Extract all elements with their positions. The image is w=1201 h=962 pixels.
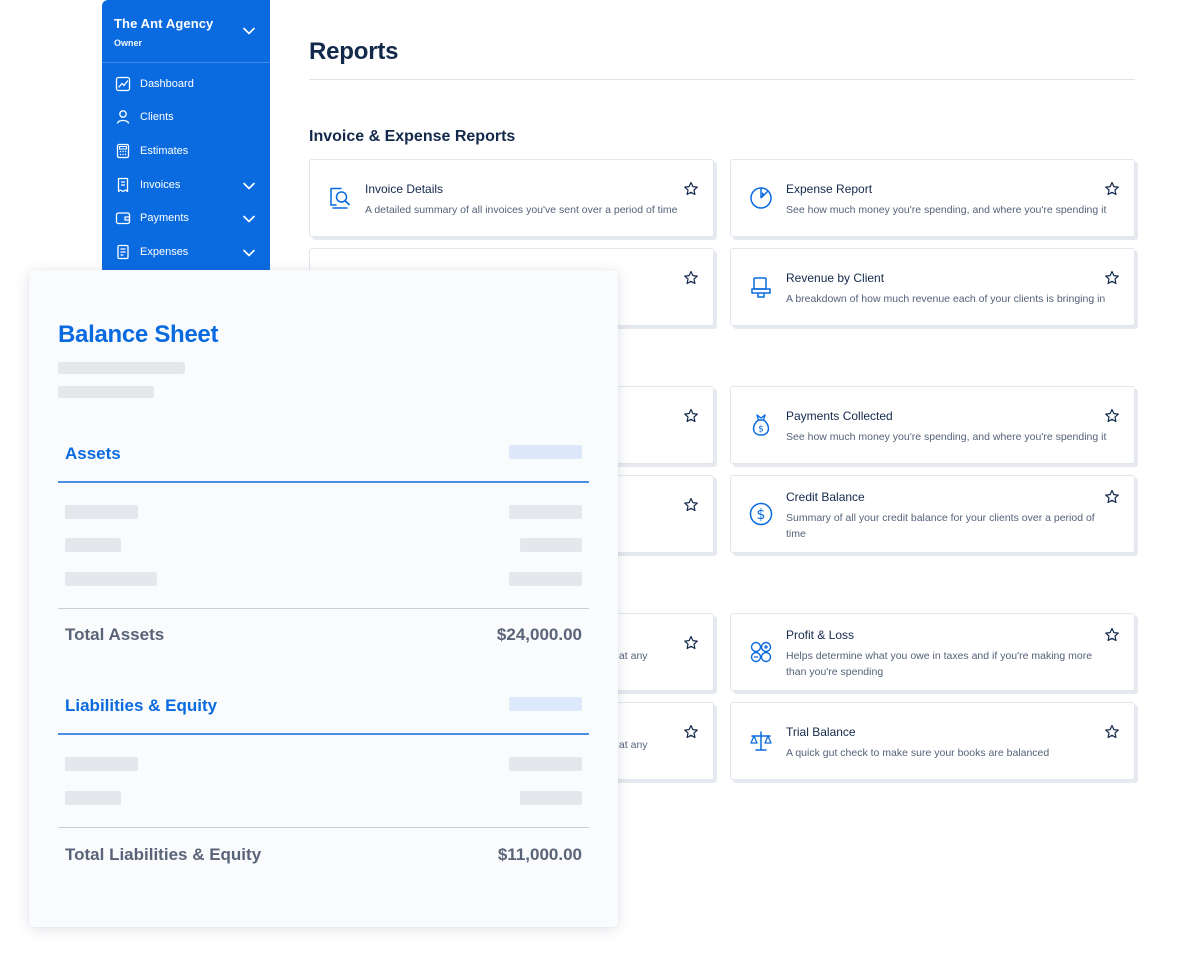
star-icon[interactable] xyxy=(683,181,699,197)
sidebar-item-label: Clients xyxy=(140,111,174,124)
pie-chart-icon xyxy=(747,184,775,212)
placeholder-value xyxy=(509,445,582,459)
card-title: Revenue by Client xyxy=(786,271,885,285)
report-card-profit-loss[interactable]: Profit & Loss Helps determine what you o… xyxy=(730,613,1135,691)
card-title: Profit & Loss xyxy=(786,628,855,642)
star-icon[interactable] xyxy=(1104,724,1120,740)
magnifier-document-icon xyxy=(326,184,354,212)
page-title: Reports xyxy=(309,38,399,65)
money-bag-icon: $ xyxy=(747,411,775,439)
card-description: Summary of all your credit balance for y… xyxy=(786,512,1095,540)
card-title: Credit Balance xyxy=(786,490,865,504)
sidebar: The Ant Agency Owner Dashboard Clients E… xyxy=(102,0,270,270)
card-description: A breakdown of how much revenue each of … xyxy=(786,293,1106,305)
total-liabilities-label: Total Liabilities & Equity xyxy=(65,845,262,864)
divider xyxy=(58,481,589,483)
invoice-icon xyxy=(114,176,132,194)
report-card-invoice-details[interactable]: Invoice Details A detailed summary of al… xyxy=(309,159,714,237)
sidebar-item-estimates[interactable]: Estimates xyxy=(102,134,270,168)
sidebar-item-payments[interactable]: Payments xyxy=(102,201,270,235)
star-icon[interactable] xyxy=(683,635,699,651)
report-card-trial-balance[interactable]: Trial Balance A quick gut check to make … xyxy=(730,702,1135,780)
sidebar-item-label: Estimates xyxy=(140,144,189,157)
placeholder-line xyxy=(58,386,154,398)
chevron-down-icon[interactable] xyxy=(242,24,256,38)
wallet-icon xyxy=(114,209,132,227)
chevron-down-icon[interactable] xyxy=(242,179,256,193)
chevron-down-icon[interactable] xyxy=(242,246,256,260)
divider xyxy=(58,608,589,609)
scale-icon xyxy=(747,727,775,755)
calculator-icon xyxy=(114,142,132,160)
card-title: Expense Report xyxy=(786,182,873,196)
star-icon[interactable] xyxy=(1104,489,1120,505)
chart-line-icon xyxy=(114,75,132,93)
report-card-credit-balance[interactable]: $ Credit Balance Summary of all your cre… xyxy=(730,475,1135,553)
star-icon[interactable] xyxy=(683,270,699,286)
profit-loss-icon xyxy=(747,638,775,666)
placeholder-line xyxy=(65,791,121,805)
sidebar-item-expenses[interactable]: Expenses xyxy=(102,235,270,269)
total-assets-label: Total Assets xyxy=(65,625,165,644)
svg-text:$: $ xyxy=(757,507,766,523)
placeholder-value xyxy=(509,757,582,771)
total-liabilities-value: $11,000.00 xyxy=(497,845,582,864)
sidebar-item-clients[interactable]: Clients xyxy=(102,101,270,135)
sidebar-item-label: Expenses xyxy=(140,245,189,258)
placeholder-line xyxy=(65,572,157,586)
org-switcher[interactable]: The Ant Agency Owner xyxy=(102,0,270,63)
org-role: Owner xyxy=(114,38,143,48)
placeholder-value xyxy=(520,791,582,805)
placeholder-value xyxy=(509,572,582,586)
divider xyxy=(58,827,589,828)
sidebar-nav: Dashboard Clients Estimates Invoices Pay… xyxy=(102,67,270,269)
sidebar-item-label: Payments xyxy=(140,212,189,225)
report-card-payments-collected[interactable]: $ Payments Collected See how much money … xyxy=(730,386,1135,464)
placeholder-value xyxy=(509,697,582,711)
balance-sheet-title: Balance Sheet xyxy=(58,321,219,348)
card-title: Trial Balance xyxy=(786,725,856,739)
placeholder-line xyxy=(65,538,121,552)
placeholder-line xyxy=(65,505,138,519)
svg-text:$: $ xyxy=(758,425,764,435)
star-icon[interactable] xyxy=(1104,270,1120,286)
section-title-invoice-expense: Invoice & Expense Reports xyxy=(309,128,516,145)
sidebar-item-invoices[interactable]: Invoices xyxy=(102,168,270,202)
assets-heading: Assets xyxy=(65,444,121,463)
report-card-expense-report[interactable]: Expense Report See how much money you're… xyxy=(730,159,1135,237)
total-assets-value: $24,000.00 xyxy=(496,625,582,644)
sidebar-item-label: Invoices xyxy=(140,178,181,191)
sidebar-item-label: Dashboard xyxy=(140,77,194,90)
chevron-down-icon[interactable] xyxy=(242,212,256,226)
placeholder-value xyxy=(520,538,582,552)
divider xyxy=(58,733,589,735)
card-description: Helps determine what you owe in taxes an… xyxy=(786,650,1093,678)
divider xyxy=(309,79,1135,80)
star-icon[interactable] xyxy=(1104,627,1120,643)
star-icon[interactable] xyxy=(1104,181,1120,197)
user-icon xyxy=(114,108,132,126)
receipt-icon xyxy=(114,243,132,261)
report-card-revenue-by-client[interactable]: Revenue by Client A breakdown of how muc… xyxy=(730,248,1135,326)
placeholder-value xyxy=(509,505,582,519)
card-description: A detailed summary of all invoices you'v… xyxy=(365,204,678,216)
card-description: See how much money you're spending, and … xyxy=(786,431,1107,443)
sidebar-item-dashboard[interactable]: Dashboard xyxy=(102,67,270,101)
card-title: Invoice Details xyxy=(365,182,444,196)
placeholder-line xyxy=(58,362,185,374)
card-title: Payments Collected xyxy=(786,409,893,423)
card-description: See how much money you're spending, and … xyxy=(786,204,1107,216)
star-icon[interactable] xyxy=(683,724,699,740)
register-icon xyxy=(747,273,775,301)
star-icon[interactable] xyxy=(1104,408,1120,424)
star-icon[interactable] xyxy=(683,497,699,513)
liabilities-heading: Liabilities & Equity xyxy=(65,696,218,715)
balance-sheet-panel: Balance Sheet Assets Total Assets $24,00… xyxy=(29,270,618,927)
dollar-circle-icon: $ xyxy=(747,500,775,528)
placeholder-line xyxy=(65,757,138,771)
star-icon[interactable] xyxy=(683,408,699,424)
card-description: A quick gut check to make sure your book… xyxy=(786,747,1050,759)
